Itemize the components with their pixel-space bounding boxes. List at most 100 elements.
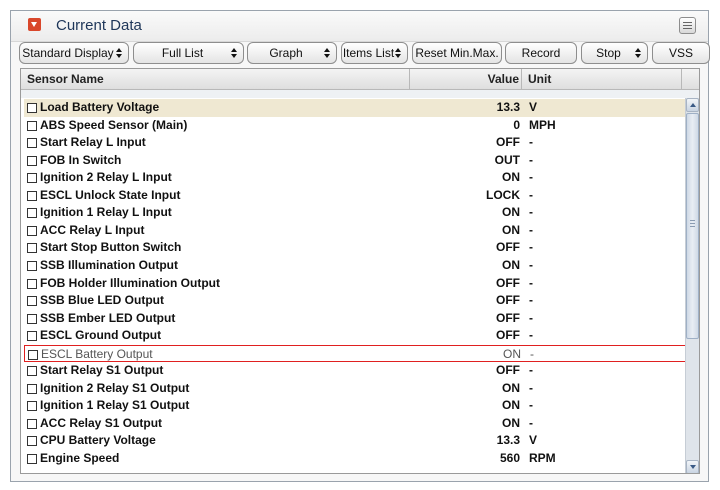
table-row[interactable]: FOB In Switch OUT - xyxy=(24,152,686,170)
checkbox-icon[interactable] xyxy=(27,366,37,377)
column-header-sensor-name[interactable]: Sensor Name xyxy=(27,72,104,86)
checkbox-icon[interactable] xyxy=(27,103,37,113)
sensor-unit: MPH xyxy=(529,117,556,132)
panel-menu-icon[interactable] xyxy=(679,17,696,34)
checkbox-icon[interactable] xyxy=(27,225,37,236)
column-divider[interactable] xyxy=(521,69,522,89)
toolbar-button-7[interactable]: VSS xyxy=(652,42,710,64)
panel-title: Current Data xyxy=(56,17,142,34)
sensor-value: ON xyxy=(502,205,520,220)
table-row[interactable]: Engine Speed 560 RPM xyxy=(24,450,686,468)
scrollbar-thumb[interactable] xyxy=(686,113,699,339)
checkbox-icon[interactable] xyxy=(27,260,37,271)
sensor-value: ON xyxy=(502,257,520,272)
sensor-name: Ignition 1 Relay L Input xyxy=(40,205,172,220)
table-row[interactable]: Start Relay L Input OFF - xyxy=(24,134,686,152)
checkbox-icon[interactable] xyxy=(27,454,37,464)
table-row[interactable]: CPU Battery Voltage 13.3 V xyxy=(24,432,686,450)
toolbar-button-3[interactable]: Items List xyxy=(341,42,408,64)
toolbar-button-2[interactable]: Graph xyxy=(247,42,337,64)
checkbox-icon[interactable] xyxy=(27,418,37,429)
sensor-name: Start Relay L Input xyxy=(40,135,146,150)
panel-titlebar: Current Data xyxy=(11,11,708,42)
checkbox-icon[interactable] xyxy=(27,278,37,289)
table-header: Sensor Name Value Unit xyxy=(21,69,699,90)
checkbox-icon[interactable] xyxy=(27,120,37,131)
header-spacer xyxy=(21,90,699,98)
table-row[interactable]: Start Stop Button Switch OFF - xyxy=(24,239,686,257)
table-row[interactable]: ACC Relay S1 Output ON - xyxy=(24,415,686,433)
checkbox-icon[interactable] xyxy=(27,155,37,166)
column-header-unit[interactable]: Unit xyxy=(528,72,551,86)
sensor-unit: - xyxy=(529,310,533,325)
sensor-name: SSB Ember LED Output xyxy=(40,310,176,325)
checkbox-icon[interactable] xyxy=(27,436,37,447)
scroll-up-icon[interactable] xyxy=(686,98,699,112)
sensor-value: 13.3 xyxy=(496,100,520,114)
table-row[interactable]: Start Relay S1 Output OFF - xyxy=(24,362,686,380)
table-row[interactable]: SSB Illumination Output ON - xyxy=(24,257,686,275)
checkbox-icon[interactable] xyxy=(27,331,37,342)
table-row[interactable]: SSB Ember LED Output OFF - xyxy=(24,310,686,328)
checkbox-icon[interactable] xyxy=(28,349,38,360)
sensor-name: Ignition 2 Relay L Input xyxy=(40,170,172,185)
checkbox-icon[interactable] xyxy=(27,173,37,184)
sensor-name: CPU Battery Voltage xyxy=(40,433,156,448)
checkbox-icon[interactable] xyxy=(27,383,37,394)
sensor-value: ON xyxy=(503,346,521,361)
sensor-value: ON xyxy=(502,380,520,395)
table-row[interactable]: Ignition 1 Relay S1 Output ON - xyxy=(24,397,686,415)
table-row[interactable]: FOB Holder Illumination Output OFF - xyxy=(24,275,686,293)
dropdown-arrows-icon xyxy=(116,48,123,58)
sensor-value: OFF xyxy=(496,328,520,343)
toolbar-button-1[interactable]: Full List xyxy=(133,42,244,64)
sensor-value: OUT xyxy=(494,152,520,167)
scroll-down-icon[interactable] xyxy=(686,460,699,473)
table-row[interactable]: Ignition 1 Relay L Input ON - xyxy=(24,204,686,222)
checkbox-icon[interactable] xyxy=(27,208,37,219)
sensor-value: ON xyxy=(502,415,520,430)
table-row[interactable]: ACC Relay L Input ON - xyxy=(24,222,686,240)
toolbar-button-label: Graph xyxy=(269,46,303,60)
current-data-panel: Current Data Standard Display Full List Gr… xyxy=(10,10,710,482)
sensor-unit: - xyxy=(529,222,533,237)
checkbox-icon[interactable] xyxy=(27,296,37,307)
sensor-unit: - xyxy=(529,275,533,290)
table-row[interactable]: ABS Speed Sensor (Main) 0 MPH xyxy=(24,117,686,135)
table-row[interactable]: Ignition 2 Relay L Input ON - xyxy=(24,169,686,187)
table-row[interactable]: SSB Blue LED Output OFF - xyxy=(24,292,686,310)
toolbar-button-label: Reset Min.Max. xyxy=(415,46,499,60)
checkbox-icon[interactable] xyxy=(27,243,37,254)
table-row[interactable]: ESCL Unlock State Input LOCK - xyxy=(24,187,686,205)
table-row[interactable]: Ignition 2 Relay S1 Output ON - xyxy=(24,380,686,398)
toolbar-button-0[interactable]: Standard Display xyxy=(19,42,129,64)
toolbar-button-label: Standard Display xyxy=(22,46,114,60)
sensor-name: Start Stop Button Switch xyxy=(40,240,182,255)
sensor-name: Engine Speed xyxy=(40,451,120,465)
sensor-unit: - xyxy=(529,135,533,150)
sensor-unit: - xyxy=(529,380,533,395)
sensor-value: OFF xyxy=(496,275,520,290)
sensor-value: ON xyxy=(502,222,520,237)
column-divider[interactable] xyxy=(681,69,682,89)
table-row[interactable]: Load Battery Voltage 13.3 V xyxy=(24,99,686,117)
sensor-name: ESCL Ground Output xyxy=(40,328,162,343)
toolbar-button-label: Full List xyxy=(161,46,204,60)
table-row[interactable]: ESCL Battery Output ON - xyxy=(24,344,686,363)
sensor-name: FOB Holder Illumination Output xyxy=(40,275,220,290)
checkbox-icon[interactable] xyxy=(27,138,37,149)
toolbar-button-label: Record xyxy=(521,46,561,60)
toolbar-button-6[interactable]: Stop xyxy=(581,42,648,64)
table-row[interactable]: ESCL Ground Output OFF - xyxy=(24,327,686,345)
checkbox-icon[interactable] xyxy=(27,190,37,201)
sensor-name: Ignition 2 Relay S1 Output xyxy=(40,380,190,395)
sensor-name: ESCL Battery Output xyxy=(41,346,153,361)
toolbar-button-4[interactable]: Reset Min.Max. xyxy=(412,42,502,64)
vertical-scrollbar[interactable] xyxy=(685,98,699,473)
checkbox-icon[interactable] xyxy=(27,313,37,324)
checkbox-icon[interactable] xyxy=(27,401,37,412)
column-header-value[interactable]: Value xyxy=(410,72,519,86)
toolbar-button-5[interactable]: Record xyxy=(505,42,577,64)
collapse-arrow-icon[interactable] xyxy=(28,18,41,31)
sensor-unit: - xyxy=(529,257,533,272)
